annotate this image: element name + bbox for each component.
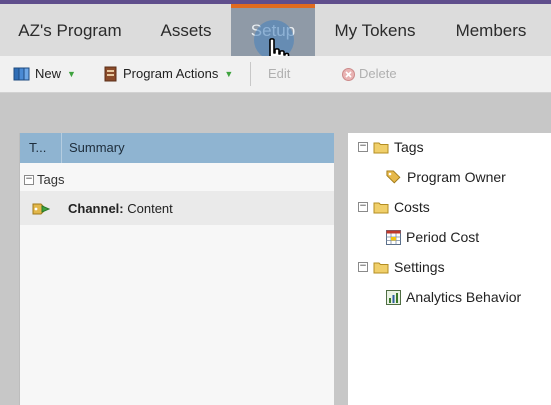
tree-item-label: Analytics Behavior	[406, 289, 522, 305]
delete-button[interactable]: Delete	[342, 56, 397, 92]
toolbar-divider	[250, 62, 251, 86]
tree-node-label: Tags	[394, 139, 424, 155]
folder-icon	[373, 142, 389, 153]
program-actions-label: Program Actions	[123, 66, 219, 81]
tab-my-tokens[interactable]: My Tokens	[315, 4, 435, 56]
calendar-grid-icon	[386, 229, 401, 245]
grid-header: T... Summary	[20, 133, 334, 163]
tree-node-label: Settings	[394, 259, 445, 275]
tree-node-label: Costs	[394, 199, 430, 215]
table-row[interactable]: Channel: Content	[20, 191, 334, 225]
row-summary: Channel: Content	[68, 191, 173, 225]
folder-icon	[373, 202, 389, 213]
column-header-summary[interactable]: Summary	[69, 133, 125, 163]
tree-node-tags[interactable]: − Tags	[358, 139, 424, 155]
program-actions-icon	[104, 66, 117, 82]
tab-members[interactable]: Members	[435, 4, 547, 56]
edit-label: Edit	[268, 66, 291, 81]
column-header-type[interactable]: T...	[29, 133, 59, 163]
dropdown-triangle-icon: ▼	[67, 69, 76, 79]
collapse-toggle-icon[interactable]: −	[358, 262, 368, 272]
tree-item-label: Program Owner	[407, 169, 506, 185]
new-book-icon	[13, 67, 30, 81]
analytics-icon	[386, 289, 401, 305]
tree-node-costs[interactable]: − Costs	[358, 199, 430, 215]
setup-tree: − Tags Program Owner − Costs Period Cost…	[348, 133, 551, 405]
tree-item-label: Period Cost	[406, 229, 480, 245]
tab-assets[interactable]: Assets	[140, 4, 232, 56]
tag-icon	[386, 170, 401, 184]
folder-icon	[373, 262, 389, 273]
column-divider	[61, 133, 62, 163]
delete-icon	[342, 67, 355, 81]
grid-group-tags[interactable]: − Tags	[20, 169, 334, 191]
collapse-toggle-icon[interactable]: −	[24, 175, 34, 185]
channel-tag-icon	[32, 203, 50, 215]
tree-item-program-owner[interactable]: Program Owner	[386, 169, 506, 185]
row-value: Content	[123, 201, 173, 216]
tree-node-settings[interactable]: − Settings	[358, 259, 445, 275]
delete-label: Delete	[359, 66, 397, 81]
row-key: Channel:	[68, 201, 124, 216]
tree-item-analytics-behavior[interactable]: Analytics Behavior	[386, 289, 521, 305]
program-actions-menu-button[interactable]: Program Actions ▼	[103, 56, 233, 92]
collapse-toggle-icon[interactable]: −	[358, 202, 368, 212]
dropdown-triangle-icon: ▼	[224, 69, 234, 79]
tree-item-period-cost[interactable]: Period Cost	[386, 229, 479, 245]
summary-grid: T... Summary − Tags Channel: Content	[19, 133, 334, 405]
tab-program[interactable]: AZ's Program	[0, 4, 140, 56]
new-label: New	[35, 66, 62, 81]
group-label: Tags	[37, 172, 65, 187]
new-menu-button[interactable]: New ▼	[13, 56, 76, 92]
edit-button[interactable]: Edit	[268, 56, 290, 92]
collapse-toggle-icon[interactable]: −	[358, 142, 368, 152]
toolbar: New ▼ Program Actions ▼ Edit Delete	[0, 56, 551, 93]
